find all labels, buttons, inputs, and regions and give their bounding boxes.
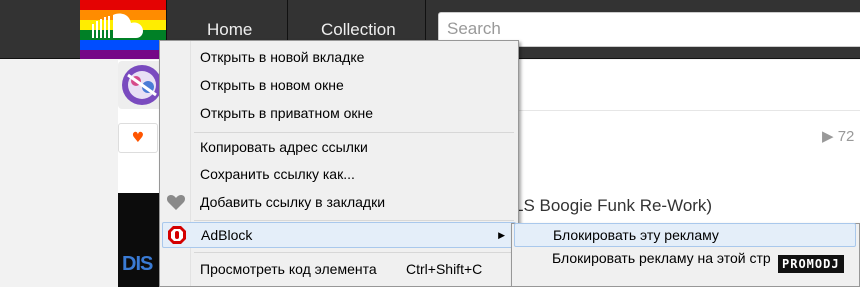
menu-separator: [194, 220, 514, 221]
play-count: ▶ 72: [822, 128, 855, 145]
like-button[interactable]: ♥: [118, 123, 158, 153]
menu-item-bookmark-link[interactable]: Добавить ссылку в закладки: [162, 189, 516, 215]
heart-bookmark-icon: [166, 192, 186, 212]
submenu-item-label: Блокировать рекламу на этой стр: [552, 250, 771, 266]
menu-item-label: Добавить ссылку в закладки: [200, 194, 386, 210]
menu-item-save-link-as[interactable]: Сохранить ссылку как...: [162, 161, 516, 187]
divider: [518, 110, 860, 111]
menu-separator: [194, 132, 514, 133]
track-artwork[interactable]: DIS: [118, 193, 162, 287]
menu-item-open-new-window[interactable]: Открыть в новом окне: [162, 72, 516, 98]
menu-item-label: Открыть в новом окне: [200, 77, 344, 93]
menu-item-copy-link[interactable]: Копировать адрес ссылки: [162, 134, 516, 160]
menu-item-label: Сохранить ссылку как...: [200, 166, 355, 182]
menu-item-open-new-tab[interactable]: Открыть в новой вкладке: [162, 44, 516, 70]
artwork-text: DIS: [122, 253, 153, 275]
menu-item-inspect-element[interactable]: Просмотреть код элемента Ctrl+Shift+C: [162, 256, 516, 282]
menu-item-open-private-window[interactable]: Открыть в приватном окне: [162, 100, 516, 126]
menu-separator: [194, 252, 514, 253]
watermark-logo: PROMODJ: [778, 255, 844, 273]
submenu-arrow-icon: ▶: [498, 230, 505, 240]
soundcloud-rainbow-logo-icon[interactable]: [80, 0, 166, 59]
menu-item-label: Копировать адрес ссылки: [200, 139, 368, 155]
menu-item-label: AdBlock: [201, 227, 253, 243]
menu-item-label: Открыть в приватном окне: [200, 105, 374, 121]
adblock-icon: [167, 225, 187, 245]
menu-item-label: Просмотреть код элемента: [200, 261, 377, 277]
menu-item-label: Открыть в новой вкладке: [200, 49, 365, 65]
left-gutter: [0, 60, 118, 287]
menu-item-shortcut: Ctrl+Shift+C: [406, 261, 483, 277]
submenu-item-block-this-ad[interactable]: Блокировать эту рекламу: [514, 223, 856, 247]
submenu-item-label: Блокировать эту рекламу: [553, 227, 719, 243]
menu-item-adblock[interactable]: AdBlock ▶: [162, 222, 516, 248]
heart-icon: ♥: [131, 130, 145, 146]
context-menu: Открыть в новой вкладке Открыть в новом …: [159, 40, 519, 287]
track-title[interactable]: LS Boogie Funk Re-Work): [514, 196, 712, 216]
